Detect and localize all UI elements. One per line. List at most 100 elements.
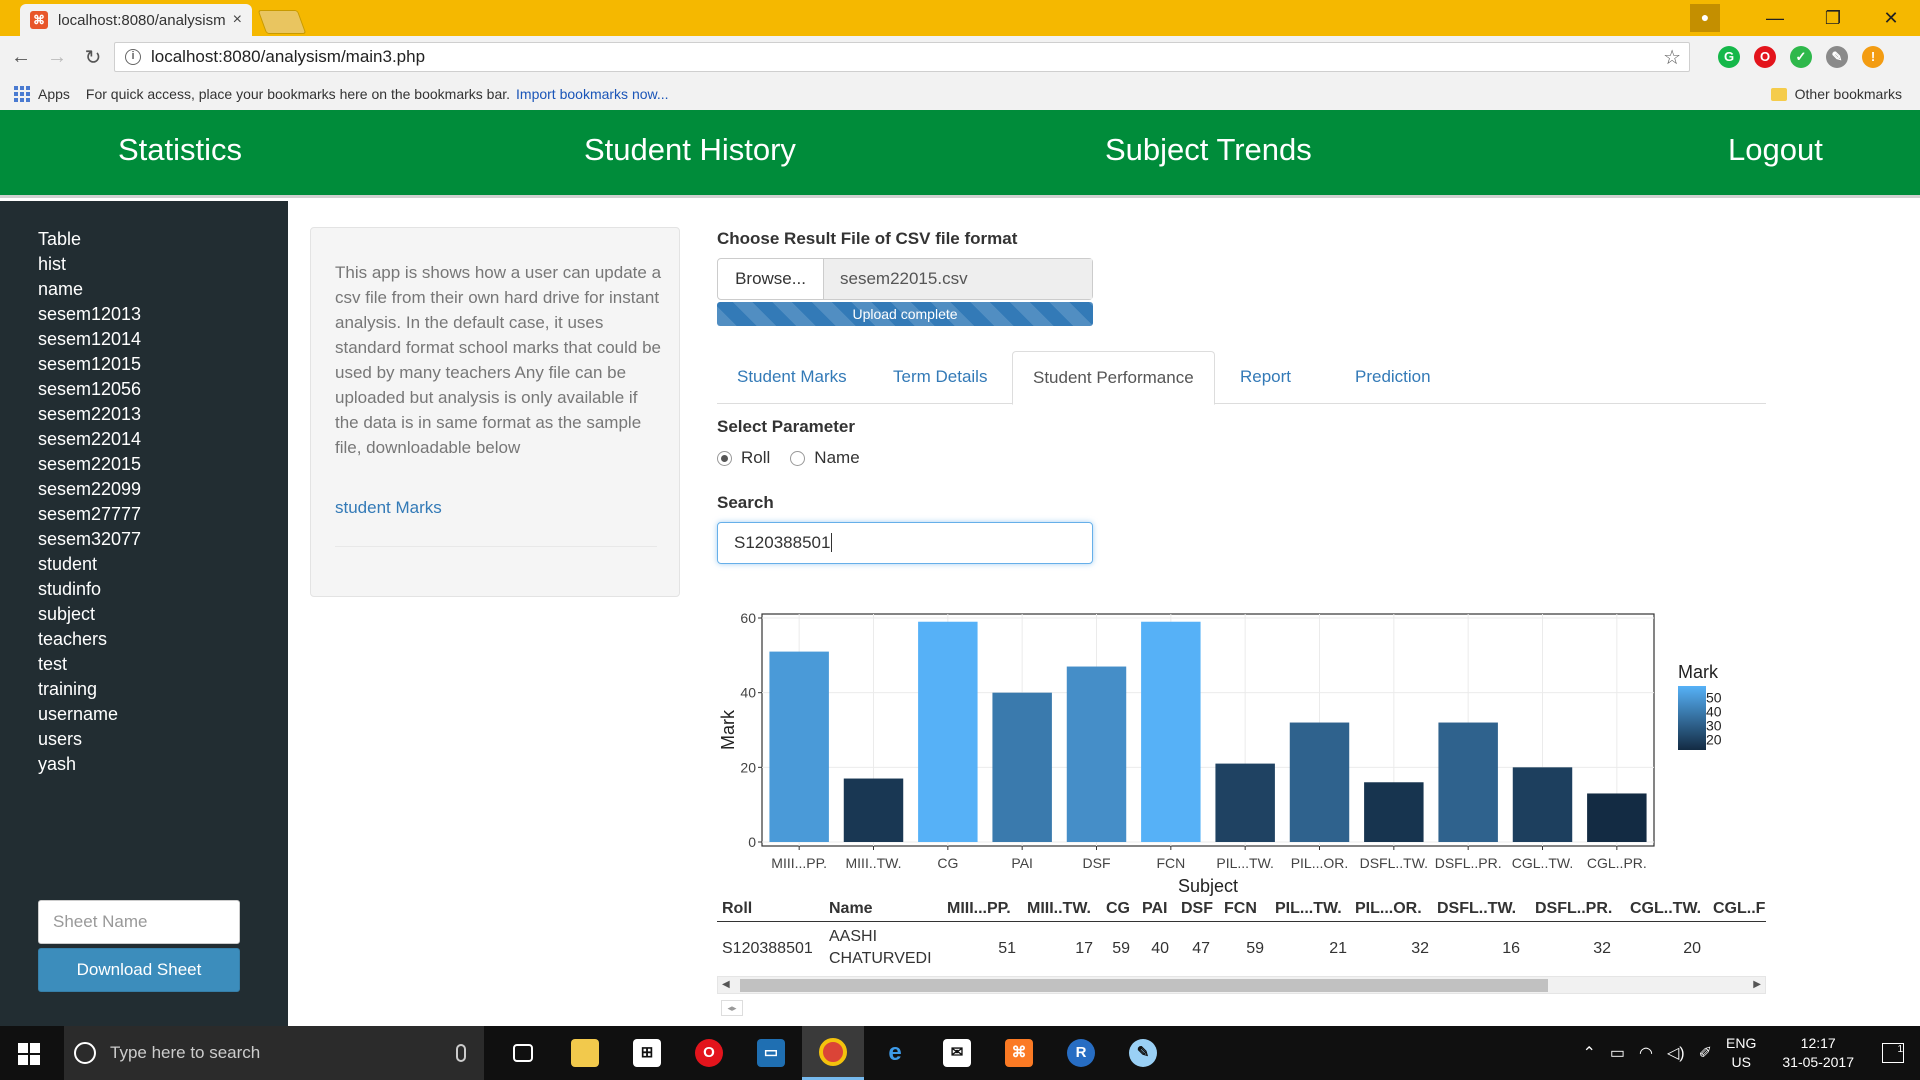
grammarly-icon[interactable]: G bbox=[1718, 46, 1740, 68]
apps-link[interactable]: Apps bbox=[38, 86, 70, 102]
student-marks-link[interactable]: student Marks bbox=[335, 498, 442, 518]
notification-icon[interactable]: 1 bbox=[1882, 1043, 1904, 1063]
sidebar-item-sesem22013[interactable]: sesem22013 bbox=[38, 404, 141, 425]
table-header-cell[interactable]: CGL..F bbox=[1713, 900, 1765, 918]
file-input-group[interactable]: Browse... sesem22015.csv bbox=[717, 258, 1093, 300]
clock[interactable]: 12:17 31-05-2017 bbox=[1782, 1034, 1854, 1072]
resize-handle-icon[interactable]: ◂▸ bbox=[721, 1000, 743, 1016]
volume-icon[interactable]: ◁) bbox=[1667, 1043, 1685, 1063]
sidebar-item-hist[interactable]: hist bbox=[38, 254, 66, 275]
sidebar-item-table[interactable]: Table bbox=[38, 229, 81, 250]
task-view-icon[interactable] bbox=[492, 1026, 554, 1080]
reload-icon[interactable]: ↻ bbox=[78, 45, 108, 70]
table-header-cell[interactable]: Roll bbox=[722, 900, 752, 918]
browse-button[interactable]: Browse... bbox=[718, 259, 824, 299]
table-header-cell[interactable]: PIL...TW. bbox=[1275, 900, 1342, 918]
radio-name-label[interactable]: Name bbox=[814, 448, 859, 468]
sidebar-item-sesem12013[interactable]: sesem12013 bbox=[38, 304, 141, 325]
tray-expand-icon[interactable]: ⌃ bbox=[1582, 1043, 1595, 1063]
sidebar-item-student[interactable]: student bbox=[38, 554, 97, 575]
sidebar-item-teachers[interactable]: teachers bbox=[38, 629, 107, 650]
sidebar-item-sesem12014[interactable]: sesem12014 bbox=[38, 329, 141, 350]
xampp-icon[interactable]: ⌘ bbox=[988, 1026, 1050, 1080]
nav-logout[interactable]: Logout bbox=[1728, 132, 1823, 168]
sidebar-item-name[interactable]: name bbox=[38, 279, 83, 300]
search-input[interactable]: S120388501​ bbox=[717, 522, 1093, 564]
table-header-cell[interactable]: CG bbox=[1106, 900, 1130, 918]
file-explorer-icon[interactable] bbox=[554, 1026, 616, 1080]
sidebar-item-sesem12015[interactable]: sesem12015 bbox=[38, 354, 141, 375]
monitor-app-icon[interactable]: ▭ bbox=[740, 1026, 802, 1080]
table-header-cell[interactable]: Name bbox=[829, 900, 873, 918]
table-header-cell[interactable]: MIII..TW. bbox=[1027, 900, 1091, 918]
microphone-icon[interactable] bbox=[456, 1044, 466, 1062]
pen-icon[interactable]: ✐ bbox=[1699, 1043, 1712, 1063]
sidebar-item-users[interactable]: users bbox=[38, 729, 82, 750]
taskbar-search[interactable]: Type here to search bbox=[64, 1026, 484, 1080]
eyedropper-icon[interactable]: ✎ bbox=[1826, 46, 1848, 68]
import-bookmarks-link[interactable]: Import bookmarks now... bbox=[516, 86, 669, 102]
table-header-cell[interactable]: MIII...PP. bbox=[947, 900, 1011, 918]
back-icon[interactable]: ← bbox=[6, 46, 36, 69]
table-header-cell[interactable]: DSFL..TW. bbox=[1437, 900, 1516, 918]
nav-subject-trends[interactable]: Subject Trends bbox=[1105, 132, 1312, 168]
minimize-icon[interactable]: — bbox=[1746, 8, 1804, 29]
download-sheet-button[interactable]: Download Sheet bbox=[38, 948, 240, 992]
nav-statistics[interactable]: Statistics bbox=[118, 132, 242, 168]
r-language-icon[interactable]: R bbox=[1050, 1026, 1112, 1080]
sidebar-item-test[interactable]: test bbox=[38, 654, 67, 675]
other-bookmarks[interactable]: Other bookmarks bbox=[1770, 86, 1902, 102]
radio-roll[interactable] bbox=[717, 450, 732, 466]
close-window-icon[interactable]: ✕ bbox=[1862, 8, 1920, 29]
new-tab-button[interactable] bbox=[257, 10, 307, 34]
sidebar-item-sesem22099[interactable]: sesem22099 bbox=[38, 479, 141, 500]
forward-icon[interactable]: → bbox=[42, 46, 72, 69]
language-indicator[interactable]: ENG US bbox=[1726, 1034, 1756, 1072]
battery-icon[interactable]: ▭ bbox=[1610, 1043, 1625, 1063]
sidebar-item-subject[interactable]: subject bbox=[38, 604, 95, 625]
opera-icon[interactable]: O bbox=[678, 1026, 740, 1080]
sidebar-item-sesem32077[interactable]: sesem32077 bbox=[38, 529, 141, 550]
check-extension-icon[interactable]: ✓ bbox=[1790, 46, 1812, 68]
table-header-cell[interactable]: PIL...OR. bbox=[1355, 900, 1422, 918]
bookmark-star-icon[interactable]: ☆ bbox=[1663, 45, 1681, 70]
url-input[interactable]: i localhost:8080/analysism/main3.php ☆ bbox=[114, 42, 1690, 72]
table-header-cell[interactable]: DSF bbox=[1181, 900, 1213, 918]
windows-start-icon[interactable] bbox=[18, 1043, 40, 1065]
wifi-icon[interactable]: ◠ bbox=[1639, 1043, 1653, 1063]
radio-roll-label[interactable]: Roll bbox=[741, 448, 770, 468]
tab-student-performance[interactable]: Student Performance bbox=[1012, 351, 1215, 405]
store-icon[interactable]: ⊞ bbox=[616, 1026, 678, 1080]
chrome-icon[interactable] bbox=[802, 1026, 864, 1080]
radio-name[interactable] bbox=[790, 450, 806, 466]
apps-grid-icon[interactable] bbox=[14, 86, 30, 102]
sidebar-item-studinfo[interactable]: studinfo bbox=[38, 579, 101, 600]
table-header-cell[interactable]: DSFL..PR. bbox=[1535, 900, 1612, 918]
horizontal-scrollbar[interactable]: ◀ ▶ bbox=[717, 976, 1766, 994]
table-header-cell[interactable]: FCN bbox=[1224, 900, 1257, 918]
sidebar-item-sesem22015[interactable]: sesem22015 bbox=[38, 454, 141, 475]
sidebar-item-sesem22014[interactable]: sesem22014 bbox=[38, 429, 141, 450]
sidebar-item-sesem12056[interactable]: sesem12056 bbox=[38, 379, 141, 400]
alert-extension-icon[interactable]: ! bbox=[1862, 46, 1884, 68]
tab-term-details[interactable]: Term Details bbox=[873, 351, 1007, 404]
restore-icon[interactable]: ❐ bbox=[1804, 8, 1862, 29]
sheet-name-input[interactable] bbox=[38, 900, 240, 944]
nav-student-history[interactable]: Student History bbox=[584, 132, 796, 168]
sidebar-item-training[interactable]: training bbox=[38, 679, 97, 700]
sidebar-item-sesem27777[interactable]: sesem27777 bbox=[38, 504, 141, 525]
browser-tab[interactable]: ⌘ localhost:8080/analysism × bbox=[20, 4, 252, 36]
paint-icon[interactable]: ✎ bbox=[1112, 1026, 1174, 1080]
opera-extension-icon[interactable]: O bbox=[1754, 46, 1776, 68]
sidebar-item-yash[interactable]: yash bbox=[38, 754, 76, 775]
site-info-icon[interactable]: i bbox=[125, 49, 141, 65]
close-tab-icon[interactable]: × bbox=[233, 11, 242, 29]
edge-icon[interactable]: e bbox=[864, 1026, 926, 1080]
table-header-cell[interactable]: PAI bbox=[1142, 900, 1167, 918]
tab-prediction[interactable]: Prediction bbox=[1335, 351, 1451, 404]
tab-report[interactable]: Report bbox=[1220, 351, 1311, 404]
sidebar-item-username[interactable]: username bbox=[38, 704, 118, 725]
table-header-cell[interactable]: CGL..TW. bbox=[1630, 900, 1701, 918]
scroll-left-icon[interactable]: ◀ bbox=[722, 977, 730, 993]
scrollbar-thumb[interactable] bbox=[740, 979, 1548, 992]
